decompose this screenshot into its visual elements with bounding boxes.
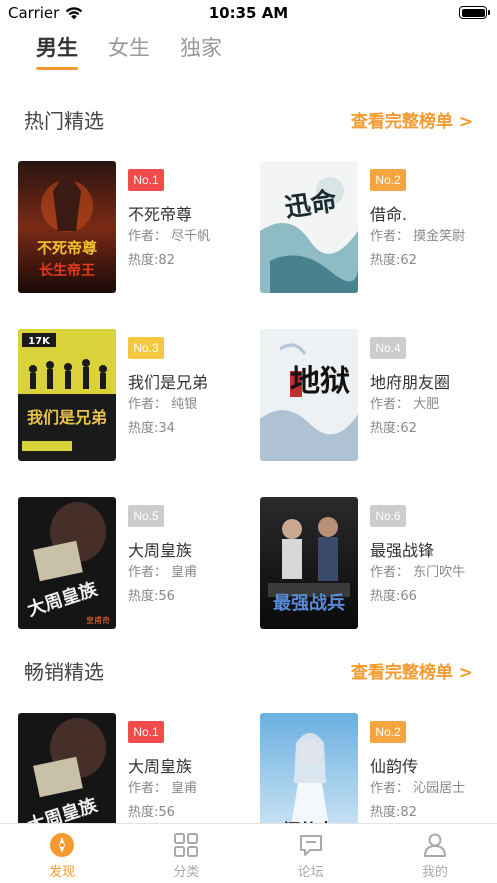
book-heat: 热度:34	[128, 421, 175, 436]
tab-male[interactable]: 男生	[36, 32, 78, 70]
book-title: 我们是兄弟	[128, 373, 209, 392]
rank-badge: No.3	[128, 337, 164, 359]
book-heat: 热度:62	[370, 421, 417, 436]
book-title: 仙韵传	[370, 757, 419, 776]
section-header-hot: 热门精选 查看完整榜单 >	[24, 104, 473, 134]
tab-mine[interactable]: 我的	[373, 824, 497, 883]
rank-badge: No.6	[370, 505, 406, 527]
book-cover: 最强战兵	[260, 497, 358, 629]
book-author: 作者： 纯银	[128, 397, 198, 412]
grid-icon	[174, 833, 199, 857]
book-title: 地府朋友圈	[370, 373, 451, 392]
book-heat: 热度:56	[128, 589, 175, 604]
view-full-list-link[interactable]: 查看完整榜单 >	[351, 658, 473, 683]
svg-text:地狱: 地狱	[290, 364, 350, 399]
svg-text:长生帝王: 长生帝王	[39, 262, 95, 279]
book-heat: 热度:56	[128, 805, 175, 820]
book-author: 作者： 摸金笑尉	[370, 229, 466, 244]
svg-text:最强战兵: 最强战兵	[273, 593, 345, 614]
section-title: 热门精选	[24, 108, 104, 133]
rank-badge: No.2	[370, 169, 406, 191]
book-card[interactable]: 17K 我们是兄弟 No.3 我们是兄弟 作者： 纯银 热度:34	[18, 329, 238, 461]
tab-female[interactable]: 女生	[108, 32, 150, 70]
book-author: 作者： 东门吹牛	[370, 565, 466, 580]
rank-badge: No.1	[128, 169, 164, 191]
book-cover: 大周皇族 皇甫奇	[18, 497, 116, 629]
view-full-list-link[interactable]: 查看完整榜单 >	[351, 107, 473, 132]
book-author: 作者： 皇甫	[128, 781, 198, 796]
book-card[interactable]: 最强战兵 No.6 最强战锋 作者： 东门吹牛 热度:66	[260, 497, 480, 629]
book-author: 作者： 大肥	[370, 397, 440, 412]
book-heat: 热度:62	[370, 253, 417, 268]
tab-label: 分类	[173, 865, 200, 880]
book-card[interactable]: 地狱 No.4 地府朋友圈 作者： 大肥 热度:62	[260, 329, 480, 461]
book-title: 最强战锋	[370, 541, 435, 560]
gender-tabs: 男生 女生 独家	[36, 32, 222, 70]
battery-icon	[459, 6, 490, 19]
svg-text:我们是兄弟: 我们是兄弟	[27, 408, 107, 427]
person-icon	[423, 833, 446, 857]
tab-category[interactable]: 分类	[124, 824, 248, 883]
book-cover: 17K 我们是兄弟	[18, 329, 116, 461]
book-card[interactable]: 大周皇族 皇甫奇 No.5 大周皇族 作者： 皇甫 热度:56	[18, 497, 238, 629]
book-heat: 热度:82	[370, 805, 417, 820]
book-card[interactable]: 迅命 No.2 借命. 作者： 摸金笑尉 热度:62	[260, 161, 480, 293]
tab-label: 发现	[49, 865, 76, 880]
book-title: 大周皇族	[128, 541, 193, 560]
tab-forum[interactable]: 论坛	[249, 824, 373, 883]
book-author: 作者： 皇甫	[128, 565, 198, 580]
book-cover: 不死帝尊 长生帝王	[18, 161, 116, 293]
tab-exclusive[interactable]: 独家	[180, 32, 222, 70]
tab-label: 论坛	[297, 865, 324, 880]
svg-text:皇甫奇: 皇甫奇	[86, 615, 110, 625]
discover-icon	[50, 833, 75, 857]
book-heat: 热度:66	[370, 589, 417, 604]
svg-text:17K: 17K	[28, 336, 51, 347]
section-header-bestselling: 畅销精选 查看完整榜单 >	[24, 655, 473, 685]
book-card[interactable]: 不死帝尊 长生帝王 No.1 不死帝尊 作者： 尽千帆 热度:82	[18, 161, 238, 293]
status-bar: Carrier 10:35 AM	[0, 0, 497, 26]
rank-badge: No.4	[370, 337, 406, 359]
tab-label: 我的	[421, 865, 448, 880]
section-title: 畅销精选	[24, 659, 104, 684]
chat-icon	[299, 835, 322, 856]
book-cover: 地狱	[260, 329, 358, 461]
svg-text:不死帝尊: 不死帝尊	[37, 239, 97, 257]
book-title: 不死帝尊	[128, 205, 193, 224]
bottom-tab-bar: 发现 分类 论坛 我的	[0, 823, 497, 883]
book-author: 作者： 尽千帆	[128, 229, 211, 244]
clock: 10:35 AM	[208, 4, 289, 22]
rank-badge: No.2	[370, 721, 406, 743]
tab-discover[interactable]: 发现	[0, 824, 124, 883]
rank-badge: No.1	[128, 721, 164, 743]
rank-badge: No.5	[128, 505, 164, 527]
book-title: 借命.	[370, 205, 408, 224]
book-heat: 热度:82	[128, 253, 175, 268]
book-title: 大周皇族	[128, 757, 193, 776]
book-cover: 迅命	[260, 161, 358, 293]
book-author: 作者： 沁园居士	[370, 781, 466, 796]
